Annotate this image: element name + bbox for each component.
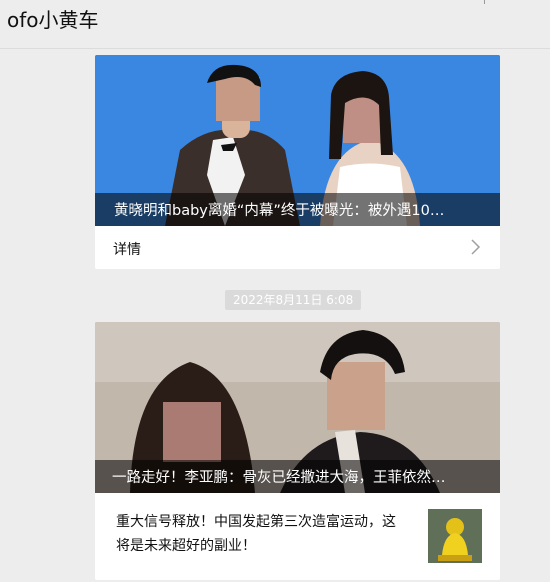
article-headline[interactable]: 一路走好！李亚鹏：骨灰已经撒进大海，王菲依然… xyxy=(112,466,482,487)
chevron-right-icon xyxy=(471,239,481,255)
message-timestamp: 2022年8月11日 6:08 xyxy=(225,290,362,310)
golden-statue-thumbnail-icon xyxy=(428,509,482,563)
article-cover-image: 一路走好！李亚鹏：骨灰已经撒进大海，王菲依然… xyxy=(95,322,500,493)
article-title: 重大信号释放！中国发起第三次造富运动，这将是未来超好的副业！ xyxy=(116,514,396,554)
details-row[interactable]: 详情 xyxy=(95,226,500,269)
chat-header: ofo小黄车 xyxy=(0,0,550,49)
article-card-1[interactable]: 黄晓明和baby离婚“内幕”终于被曝光：被外遇10… 详情 xyxy=(95,55,500,269)
article-thumbnail xyxy=(428,509,482,563)
header-divider xyxy=(484,0,485,4)
article-card-2[interactable]: 一路走好！李亚鹏：骨灰已经撒进大海，王菲依然… 重大信号释放！中国发起第三次造富… xyxy=(95,322,500,580)
caption-overlay: 黄晓明和baby离婚“内幕”终于被曝光：被外遇10… xyxy=(95,193,500,226)
article-cover-image: 黄晓明和baby离婚“内幕”终于被曝光：被外遇10… xyxy=(95,55,500,226)
caption-overlay: 一路走好！李亚鹏：骨灰已经撒进大海，王菲依然… xyxy=(95,460,500,493)
article-headline[interactable]: 黄晓明和baby离婚“内幕”终于被曝光：被外遇10… xyxy=(114,199,484,220)
article-list-item[interactable]: 重大信号释放！中国发起第三次造富运动，这将是未来超好的副业！ xyxy=(95,493,500,580)
details-label: 详情 xyxy=(113,242,141,258)
chat-title: ofo小黄车 xyxy=(7,8,99,32)
